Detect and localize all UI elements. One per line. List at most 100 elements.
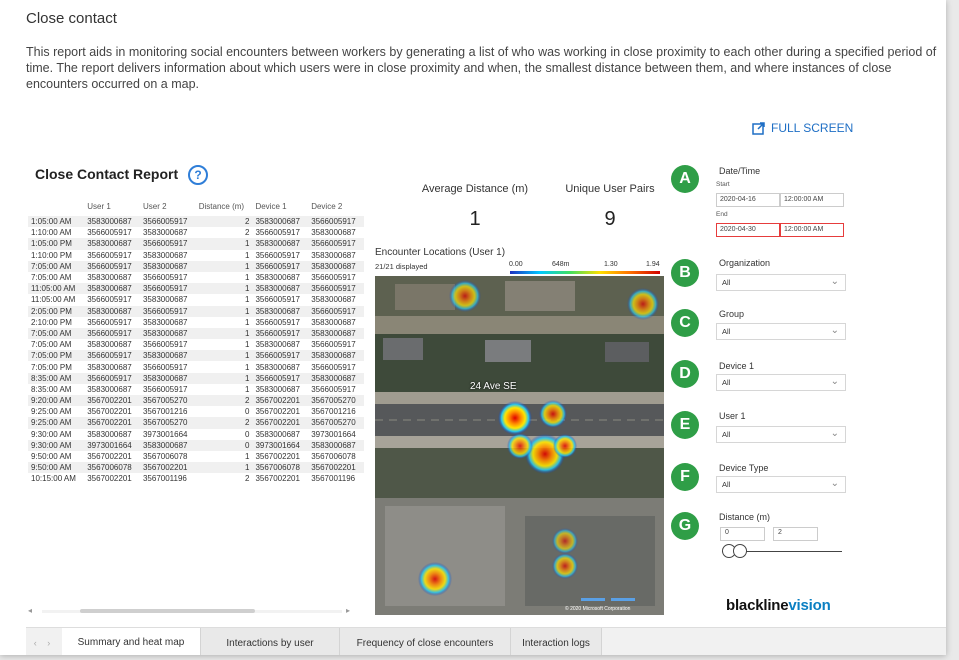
tab-frequency-close-encounters[interactable]: Frequency of close encounters — [340, 628, 511, 655]
table-row[interactable]: 7:05:00 PM 3566005917 3583000687 1 356600591… — [28, 350, 364, 362]
table-cell: 1 — [195, 462, 253, 474]
device-type-value: All — [722, 480, 731, 489]
device-type-select[interactable]: All ⌄ — [716, 476, 846, 493]
table-cell: 3567001196 — [311, 474, 356, 484]
table-cell: 3566005917 — [308, 238, 364, 250]
distance-min-input[interactable]: 0 — [720, 527, 765, 541]
fullscreen-button[interactable]: FULL SCREEN — [752, 121, 853, 135]
table-row[interactable]: 7:05:00 AM 3583000687 3566005917 1 358300068… — [28, 272, 364, 283]
tab-interactions-by-user[interactable]: Interactions by user — [201, 628, 340, 655]
scrollbar-thumb[interactable] — [80, 609, 255, 613]
table-cell: 3583000687 — [139, 439, 196, 451]
organization-value: All — [722, 278, 731, 287]
unique-pairs-value: 9 — [604, 208, 616, 230]
scroll-right-icon[interactable]: ▸ — [346, 606, 350, 615]
end-label: End — [716, 211, 728, 218]
table-cell: 10:15:00 AM — [31, 474, 76, 484]
brand-name: blackline — [726, 597, 789, 614]
table-row[interactable]: 2:05:00 PM 3583000687 3566005917 1 358300068… — [28, 305, 364, 317]
column-header[interactable]: User 2 — [140, 196, 196, 216]
end-date-input[interactable]: 2020-04-30 — [716, 223, 780, 237]
tab-scroll-arrows[interactable]: ‹ › — [26, 628, 62, 655]
table-cell: 2 — [195, 417, 253, 429]
table-cell: 3567001216 — [311, 407, 356, 417]
table-cell: 3566005917 — [252, 372, 309, 384]
table-row[interactable]: 9:50:00 AM 3567006078 3567002201 1 356700607… — [28, 462, 364, 474]
table-cell: 3566005917 — [84, 327, 140, 340]
table-row[interactable]: 9:50:00 AM 3567002201 3567006078 1 356700220… — [28, 451, 364, 462]
heat-map[interactable] — [375, 276, 664, 615]
table-cell: 2 — [244, 228, 250, 238]
table-cell: 3583000687 — [311, 295, 356, 305]
table-cell: 3583000687 — [139, 327, 196, 340]
table-row[interactable]: 9:30:00 AM 3973001664 3583000687 0 397300166… — [28, 439, 364, 451]
tab-summary-heat-map[interactable]: Summary and heat map — [62, 628, 201, 655]
marker-e: E — [671, 411, 699, 439]
organization-select[interactable]: All ⌄ — [716, 274, 846, 291]
table-cell: 1 — [195, 238, 253, 250]
distance-max-input[interactable]: 2 — [773, 527, 818, 541]
table-row[interactable]: 1:05:00 AM 3583000687 3566005917 2 358300068… — [28, 216, 364, 228]
table-row[interactable]: 9:25:00 AM 3567002201 3567001216 0 356700220… — [28, 406, 364, 417]
table-cell: 3566005917 — [87, 250, 132, 260]
table-cell: 1 — [195, 305, 253, 317]
table-cell: 3566005917 — [84, 260, 140, 272]
chevron-down-icon: ⌄ — [830, 376, 839, 387]
table-cell: 2:10:00 PM — [31, 317, 72, 327]
end-time-input[interactable]: 12:00:00 AM — [780, 223, 844, 237]
column-header[interactable] — [28, 196, 84, 216]
column-header[interactable]: Distance (m) — [196, 196, 253, 216]
distance-slider-max-handle[interactable] — [733, 544, 747, 558]
table-cell: 1 — [244, 317, 250, 327]
table-row[interactable]: 11:05:00 AM 3566005917 3583000687 1 35660059… — [28, 294, 364, 305]
column-header[interactable]: Device 2 — [308, 196, 364, 216]
table-horizontal-scrollbar[interactable]: ◂ ▸ — [28, 606, 363, 616]
device1-select[interactable]: All ⌄ — [716, 374, 846, 391]
table-cell: 3583000687 — [311, 250, 356, 260]
table-cell: 3567002201 — [255, 452, 300, 462]
group-select[interactable]: All ⌄ — [716, 323, 846, 340]
tab-interaction-logs[interactable]: Interaction logs — [511, 628, 602, 655]
table-row[interactable]: 1:05:00 PM 3583000687 3566005917 1 358300068… — [28, 238, 364, 250]
table-cell: 3566005917 — [255, 317, 300, 327]
table-cell: 3566005917 — [87, 317, 132, 327]
table-cell: 1:10:00 PM — [31, 250, 72, 260]
unique-pairs-label: Unique User Pairs — [565, 183, 655, 195]
user1-select[interactable]: All ⌄ — [716, 426, 846, 443]
table-cell: 3566005917 — [255, 250, 300, 260]
user1-value: All — [722, 430, 731, 439]
table-cell: 3566005917 — [308, 305, 364, 317]
table-row[interactable]: 8:35:00 AM 3566005917 3583000687 1 356600591… — [28, 372, 364, 384]
group-label: Group — [719, 309, 745, 319]
help-icon[interactable]: ? — [188, 165, 208, 185]
table-row[interactable]: 11:05:00 AM 3583000687 3566005917 1 35830006… — [28, 283, 364, 295]
table-cell: 1 — [195, 327, 253, 340]
heat-hotspot — [507, 433, 533, 459]
table-row[interactable]: 8:35:00 AM 3583000687 3566005917 1 358300068… — [28, 384, 364, 395]
column-header[interactable]: User 1 — [84, 196, 140, 216]
table-cell: 2 — [244, 474, 250, 484]
start-date-input[interactable]: 2020-04-16 — [716, 193, 780, 207]
table-row[interactable]: 7:05:00 AM 3566005917 3583000687 1 356600591… — [28, 260, 364, 272]
table-cell: 3566005917 — [252, 350, 309, 362]
column-header[interactable]: Device 1 — [252, 196, 308, 216]
heat-hotspot — [553, 434, 577, 458]
table-row[interactable]: 7:05:00 PM 3583000687 3566005917 1 358300068… — [28, 361, 364, 372]
table-row[interactable]: 2:10:00 PM 3566005917 3583000687 1 356600591… — [28, 317, 364, 328]
table-row[interactable]: 9:20:00 AM 3567002201 3567005270 2 356700220… — [28, 395, 364, 407]
user1-label: User 1 — [719, 411, 746, 421]
table-row[interactable]: 9:25:00 AM 3567002201 3567005270 2 356700220… — [28, 417, 364, 429]
heat-hotspot — [498, 401, 532, 435]
table-row[interactable]: 1:10:00 AM 3566005917 3583000687 2 356600591… — [28, 227, 364, 238]
table-row[interactable]: 7:05:00 AM 3583000687 3566005917 1 358300068… — [28, 339, 364, 350]
scroll-left-icon[interactable]: ◂ — [28, 606, 32, 615]
table-row[interactable]: 1:10:00 PM 3566005917 3583000687 1 356600591… — [28, 250, 364, 261]
table-row[interactable]: 7:05:00 AM 3566005917 3583000687 1 356600591… — [28, 327, 364, 340]
table-row[interactable]: 9:30:00 AM 3583000687 3973001664 0 358300068… — [28, 429, 364, 440]
start-time-input[interactable]: 12:00:00 AM — [780, 193, 844, 207]
table-cell: 1 — [244, 273, 250, 283]
table-row[interactable]: 10:15:00 AM 3567002201 3567001196 2 35670022… — [28, 473, 364, 484]
table-cell: 3566005917 — [255, 228, 300, 238]
table-cell: 3583000687 — [139, 350, 196, 362]
table-cell: 3973001664 — [142, 429, 188, 439]
